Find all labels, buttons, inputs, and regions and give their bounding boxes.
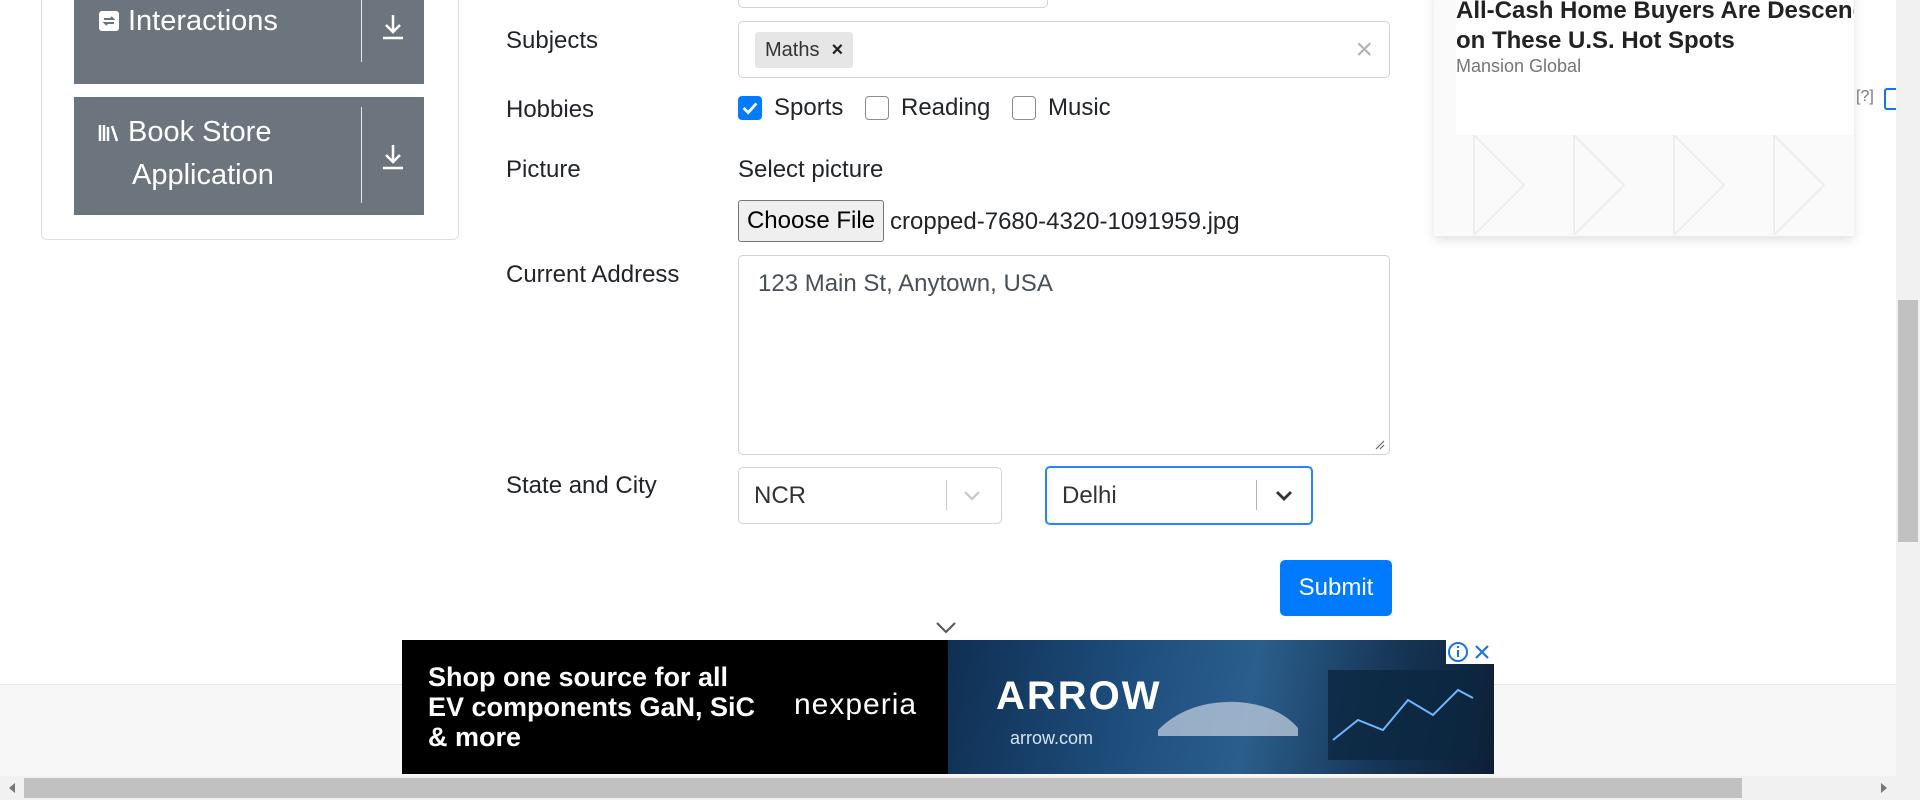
scroll-left-icon[interactable] xyxy=(6,782,18,794)
sidebar-item-book-store[interactable]: Book Store Application xyxy=(74,97,424,215)
sidebar-item-label: Application xyxy=(132,159,274,191)
sidebar-item-label: Interactions xyxy=(128,5,278,37)
vertical-scrollbar-thumb[interactable] xyxy=(1898,300,1918,542)
divider xyxy=(361,0,362,62)
banner-photo: ARROW arrow.com xyxy=(948,640,1494,774)
ad-source: Mansion Global xyxy=(1456,56,1582,76)
ad-card[interactable]: All-Cash Home Buyers Are Descending on T… xyxy=(1434,0,1854,236)
sidebar-item-label: Book Store xyxy=(128,116,272,148)
state-city-label: State and City xyxy=(506,472,657,499)
car-image xyxy=(1158,701,1298,736)
subjects-input[interactable]: Maths × × xyxy=(738,21,1390,78)
music-checkbox[interactable] xyxy=(1012,96,1036,120)
date-of-birth-input[interactable] xyxy=(738,0,1048,8)
chevron-down-icon[interactable] xyxy=(934,618,958,636)
remove-chip-icon[interactable]: × xyxy=(831,39,843,61)
book-store-icon xyxy=(98,125,119,142)
submit-button[interactable]: Submit xyxy=(1280,560,1392,616)
check-icon xyxy=(742,102,758,115)
picture-label: Picture xyxy=(506,156,581,183)
resize-grip-icon[interactable] xyxy=(1373,438,1385,450)
chart-screen-image xyxy=(1328,670,1478,760)
nexperia-logo: nexperia xyxy=(794,688,918,721)
selected-file-name: cropped-7680-4320-1091959.jpg xyxy=(890,208,1240,235)
scroll-right-icon[interactable] xyxy=(1878,782,1890,794)
divider xyxy=(946,480,947,510)
banner-text: Shop one source for all EV components Ga… xyxy=(428,662,755,752)
sports-checkbox[interactable] xyxy=(738,96,762,120)
hobbies-label: Hobbies xyxy=(506,96,595,123)
divider xyxy=(361,107,362,203)
info-icon xyxy=(1448,642,1468,662)
chevron-down-icon[interactable] xyxy=(1271,482,1297,508)
current-address-label: Current Address xyxy=(506,261,680,288)
state-value: NCR xyxy=(754,482,806,509)
banner-line: & more xyxy=(428,722,522,752)
horizontal-scrollbar-thumb[interactable] xyxy=(24,778,1742,798)
ad-title-line2[interactable]: on These U.S. Hot Spots xyxy=(1456,26,1854,56)
current-address-value: 123 Main St, Anytown, USA xyxy=(758,270,1053,297)
ad-title[interactable]: All-Cash Home Buyers Are Descending on T… xyxy=(1456,0,1854,56)
sports-label[interactable]: Sports xyxy=(774,94,843,122)
chevron-down-icon[interactable] xyxy=(959,482,985,508)
banner-line: Shop one source for all xyxy=(428,662,729,692)
city-value: Delhi xyxy=(1062,482,1117,509)
banner-line: EV components GaN, SiC xyxy=(428,692,756,722)
reading-checkbox[interactable] xyxy=(865,96,889,120)
city-select[interactable]: Delhi xyxy=(1045,466,1313,525)
music-label[interactable]: Music xyxy=(1048,94,1111,122)
ad-pattern xyxy=(1473,135,1826,235)
ad-title-line1[interactable]: All-Cash Home Buyers Are Descending xyxy=(1456,0,1854,24)
close-ad-button[interactable] xyxy=(1470,640,1494,664)
ad-info-icon[interactable] xyxy=(1446,640,1470,664)
adchoices-icon[interactable] xyxy=(1884,88,1896,110)
arrow-logo: ARROW xyxy=(996,674,1162,718)
subject-chip-label: Maths xyxy=(765,39,820,61)
choose-file-button[interactable]: Choose File xyxy=(738,200,884,242)
download-icon[interactable] xyxy=(378,142,408,172)
state-select[interactable]: NCR xyxy=(738,467,1002,524)
current-address-textarea[interactable]: 123 Main St, Anytown, USA xyxy=(738,255,1390,455)
ad-banner[interactable]: Shop one source for all EV components Ga… xyxy=(402,640,1494,774)
select-picture-hint: Select picture xyxy=(738,156,884,183)
reading-label[interactable]: Reading xyxy=(901,94,990,122)
ad-info-link[interactable]: [?] xyxy=(1856,88,1874,106)
subjects-label: Subjects xyxy=(506,27,599,54)
download-icon[interactable] xyxy=(378,12,408,42)
interactions-icon xyxy=(99,11,119,31)
subject-chip: Maths × xyxy=(755,32,854,68)
arrow-url: arrow.com xyxy=(1010,728,1094,748)
clear-subjects-icon[interactable]: × xyxy=(1355,32,1373,68)
divider xyxy=(1256,480,1257,510)
close-icon xyxy=(1475,645,1489,659)
sidebar-item-interactions[interactable]: Interactions xyxy=(74,0,424,84)
